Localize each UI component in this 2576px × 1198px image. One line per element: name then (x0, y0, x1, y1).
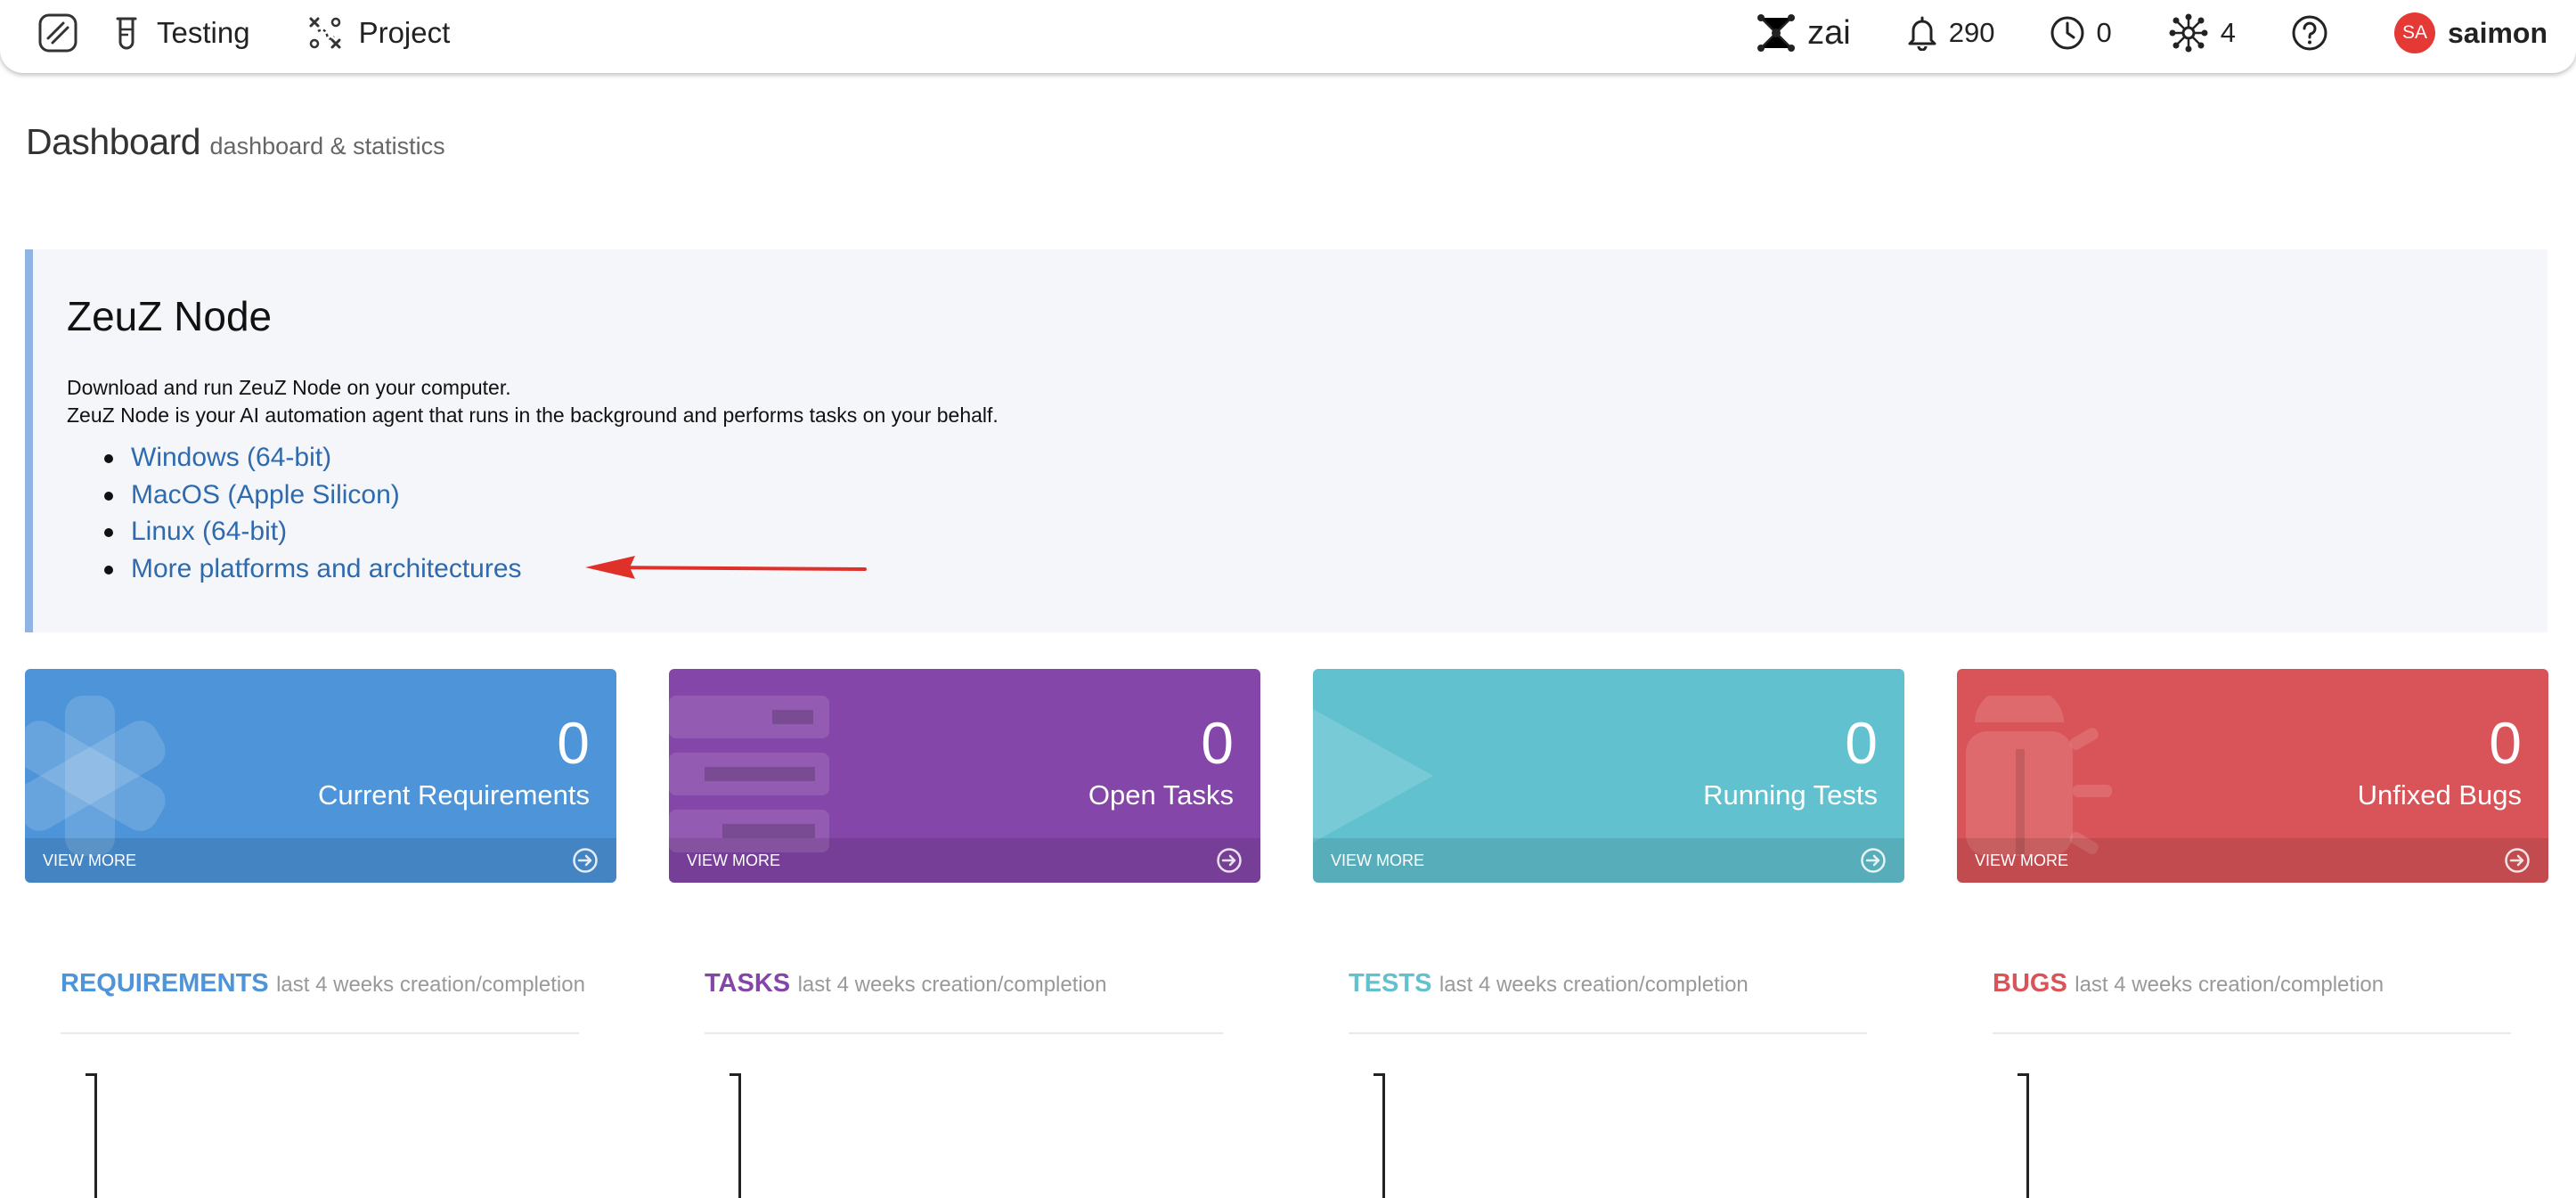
card-tasks: 0 Open Tasks VIEW MORE (669, 669, 1260, 883)
list-item: MacOS (Apple Silicon) (104, 477, 522, 514)
nav-notifications[interactable]: 290 (1906, 15, 1995, 51)
chart-subtitle: last 4 weeks creation/completion (2075, 973, 2384, 997)
nav-left: Testing Project (36, 0, 507, 66)
chart-title: REQUIREMENTS (61, 969, 269, 998)
list-item: Windows (64-bit) (104, 439, 522, 477)
chart-bugs: BUGS last 4 weeks creation/completion (1993, 962, 2511, 1198)
chart-y-axis (1374, 1073, 1385, 1198)
zeuz-logo-icon[interactable] (36, 11, 80, 55)
chart-subtitle: last 4 weeks creation/completion (276, 973, 585, 997)
annotation-arrow-icon (585, 556, 867, 579)
chart-header: TESTS last 4 weeks creation/completion (1349, 969, 1749, 998)
arrow-circle-right-icon (573, 848, 598, 873)
view-more-label: VIEW MORE (43, 851, 137, 869)
nav-zai-label: zai (1807, 13, 1851, 52)
nav-right: zai 290 0 4 SA saimon (1700, 0, 2547, 66)
nav-history[interactable]: 0 (2050, 15, 2112, 51)
chart-requirements: REQUIREMENTS last 4 weeks creation/compl… (61, 962, 585, 1198)
bugs-label: Unfixed Bugs (2357, 779, 2522, 811)
chart-subtitle: last 4 weeks creation/completion (1439, 973, 1749, 997)
download-windows-link[interactable]: Windows (64-bit) (131, 443, 331, 472)
divider (61, 1032, 579, 1034)
nav-testing-label: Testing (157, 16, 250, 49)
divider (705, 1032, 1223, 1034)
requirements-count: 0 (557, 710, 590, 776)
card-bugs: 0 Unfixed Bugs VIEW MORE (1957, 669, 2548, 883)
tasks-label: Open Tasks (1088, 779, 1234, 811)
view-more-label: VIEW MORE (687, 851, 781, 869)
card-requirements: 0 Current Requirements VIEW MORE (25, 669, 616, 883)
nav-zai[interactable]: zai (1756, 12, 1851, 53)
chart-tests: TESTS last 4 weeks creation/completion (1349, 962, 1867, 1198)
play-icon (1313, 709, 1433, 843)
nav-user[interactable]: SA saimon (2393, 12, 2547, 53)
nav-nodes[interactable]: 4 (2167, 12, 2236, 54)
avatar: SA (2393, 12, 2435, 53)
download-macos-link[interactable]: MacOS (Apple Silicon) (131, 480, 400, 509)
nav-project[interactable]: Project (307, 15, 451, 51)
chart-y-axis (86, 1073, 97, 1198)
node-panel-description: Download and run ZeuZ Node on your compu… (67, 374, 999, 429)
nodes-count: 4 (2220, 17, 2236, 48)
card-tests: 0 Running Tests VIEW MORE (1313, 669, 1904, 883)
node-panel-title: ZeuZ Node (67, 293, 273, 339)
test-tube-icon (116, 17, 137, 50)
chart-title: TESTS (1349, 969, 1432, 998)
list-item: More platforms and architectures (104, 550, 522, 588)
chart-tasks: TASKS last 4 weeks creation/completion (705, 962, 1223, 1198)
node-desc-line-1: Download and run ZeuZ Node on your compu… (67, 376, 511, 399)
bell-icon (1908, 16, 1936, 51)
top-navbar: Testing Project zai 290 0 4 SA saimon (0, 0, 2576, 73)
notifications-count: 290 (1948, 17, 1995, 48)
divider (1993, 1032, 2511, 1034)
view-more-label: VIEW MORE (1975, 851, 2069, 869)
tasks-view-more[interactable]: VIEW MORE (669, 838, 1260, 883)
view-more-label: VIEW MORE (1331, 851, 1425, 869)
chart-title: BUGS (1993, 969, 2067, 998)
requirements-label: Current Requirements (318, 779, 590, 811)
node-desc-line-2: ZeuZ Node is your AI automation agent th… (67, 403, 999, 427)
divider (1349, 1032, 1867, 1034)
nav-help[interactable] (2291, 14, 2339, 52)
chart-header: TASKS last 4 weeks creation/completion (705, 969, 1106, 998)
download-linux-link[interactable]: Linux (64-bit) (131, 517, 287, 546)
tasks-count: 0 (1201, 710, 1234, 776)
chart-y-axis (730, 1073, 741, 1198)
username: saimon (2447, 16, 2547, 49)
more-platforms-link[interactable]: More platforms and architectures (131, 554, 522, 583)
bugs-view-more[interactable]: VIEW MORE (1957, 838, 2548, 883)
tests-label: Running Tests (1703, 779, 1878, 811)
tests-view-more[interactable]: VIEW MORE (1313, 838, 1904, 883)
history-count: 0 (2096, 17, 2112, 48)
tests-count: 0 (1845, 710, 1878, 776)
bugs-count: 0 (2489, 710, 2522, 776)
nav-testing[interactable]: Testing (112, 16, 250, 50)
page-header: Dashboard dashboard & statistics (26, 121, 445, 163)
nav-project-label: Project (358, 16, 451, 49)
arrow-circle-right-icon (2505, 848, 2530, 873)
chart-header: BUGS last 4 weeks creation/completion (1993, 969, 2384, 998)
chart-title: TASKS (705, 969, 791, 998)
arrow-circle-right-icon (1217, 848, 1242, 873)
page-subtitle: dashboard & statistics (209, 133, 445, 159)
page-title: Dashboard (26, 121, 201, 162)
project-icon (309, 17, 341, 49)
clock-icon (2050, 16, 2084, 50)
chart-y-axis (2018, 1073, 2029, 1198)
zeuz-node-panel: ZeuZ Node Download and run ZeuZ Node on … (25, 249, 2547, 632)
chart-header: REQUIREMENTS last 4 weeks creation/compl… (61, 969, 585, 998)
arrow-circle-right-icon (1861, 848, 1886, 873)
chart-subtitle: last 4 weeks creation/completion (797, 973, 1107, 997)
hub-nodes-icon (2169, 13, 2208, 53)
help-icon (2292, 15, 2327, 51)
list-item: Linux (64-bit) (104, 513, 522, 550)
asterisk-icon (25, 696, 166, 856)
download-links-list: Windows (64-bit) MacOS (Apple Silicon) L… (104, 439, 522, 587)
requirements-view-more[interactable]: VIEW MORE (25, 838, 616, 883)
network-nodes-icon (1757, 14, 1796, 52)
